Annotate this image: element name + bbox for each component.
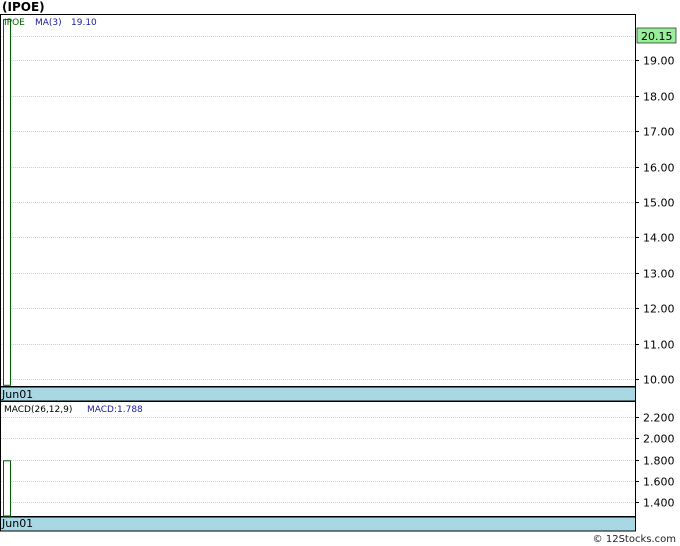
price-y-tick-label: 15.00 xyxy=(643,197,675,210)
chart-title: (IPOE) xyxy=(2,0,45,14)
macd-bars xyxy=(3,460,11,517)
macd-y-tick-label: 1.400 xyxy=(643,497,675,510)
price-legend-ma-value: 19.10 xyxy=(71,18,97,28)
macd-y-tick-label: 1.600 xyxy=(643,476,675,489)
price-y-tick-label: 17.00 xyxy=(643,126,675,139)
price-legend-symbol: IPOE xyxy=(4,18,25,28)
macd-legend-value: MACD:1.788 xyxy=(87,405,143,415)
macd-y-tick-label: 1.800 xyxy=(643,455,675,468)
price-legend-ma-label: MA(3) xyxy=(35,18,62,28)
price-date-band xyxy=(0,386,636,402)
price-y-tick-label: 12.00 xyxy=(643,303,675,316)
price-y-tick-label: 16.00 xyxy=(643,162,675,175)
macd-x-tick-label: Jun01 xyxy=(1,517,33,530)
price-y-tick-label: 11.00 xyxy=(643,339,675,352)
price-y-tick-label: 19.00 xyxy=(643,55,675,68)
macd-legend-name: MACD(26,12,9) xyxy=(4,405,72,415)
price-y-tick-label: 14.00 xyxy=(643,232,675,245)
price-x-tick-label: Jun01 xyxy=(1,388,33,401)
last-price-label: 20.15 xyxy=(641,30,673,43)
watermark: © 12Stocks.com xyxy=(593,534,676,545)
price-panel: 19.00 18.00 17.00 16.00 15.00 14.00 13.00 12.00… xyxy=(0,14,677,402)
macd-y-tick-label: 2.000 xyxy=(643,433,675,446)
price-bar xyxy=(3,19,11,386)
stock-chart: (IPOE) 19.00 18.00 17.00 16.00 15.00 14.00 13.… xyxy=(0,0,677,545)
macd-date-band xyxy=(0,516,636,532)
macd-y-axis: 2.200 2.000 1.800 1.600 1.400 xyxy=(635,412,675,510)
macd-panel: 2.2002.0001.8001.6001.400 MACD(26,12,9) … xyxy=(0,401,675,532)
macd-y-tick-label: 2.200 xyxy=(643,412,675,425)
price-y-tick-label: 10.00 xyxy=(643,374,675,387)
price-y-tick-label: 18.00 xyxy=(643,91,675,104)
price-y-tick-label: 13.00 xyxy=(643,268,675,281)
macd-bar xyxy=(3,460,11,517)
price-y-axis: 19.00 18.00 17.00 16.00 15.00 14.00 13.00 12.00… xyxy=(635,55,675,387)
price-plot-frame xyxy=(0,14,636,387)
price-bars xyxy=(3,19,11,386)
macd-plot-frame xyxy=(0,401,636,517)
